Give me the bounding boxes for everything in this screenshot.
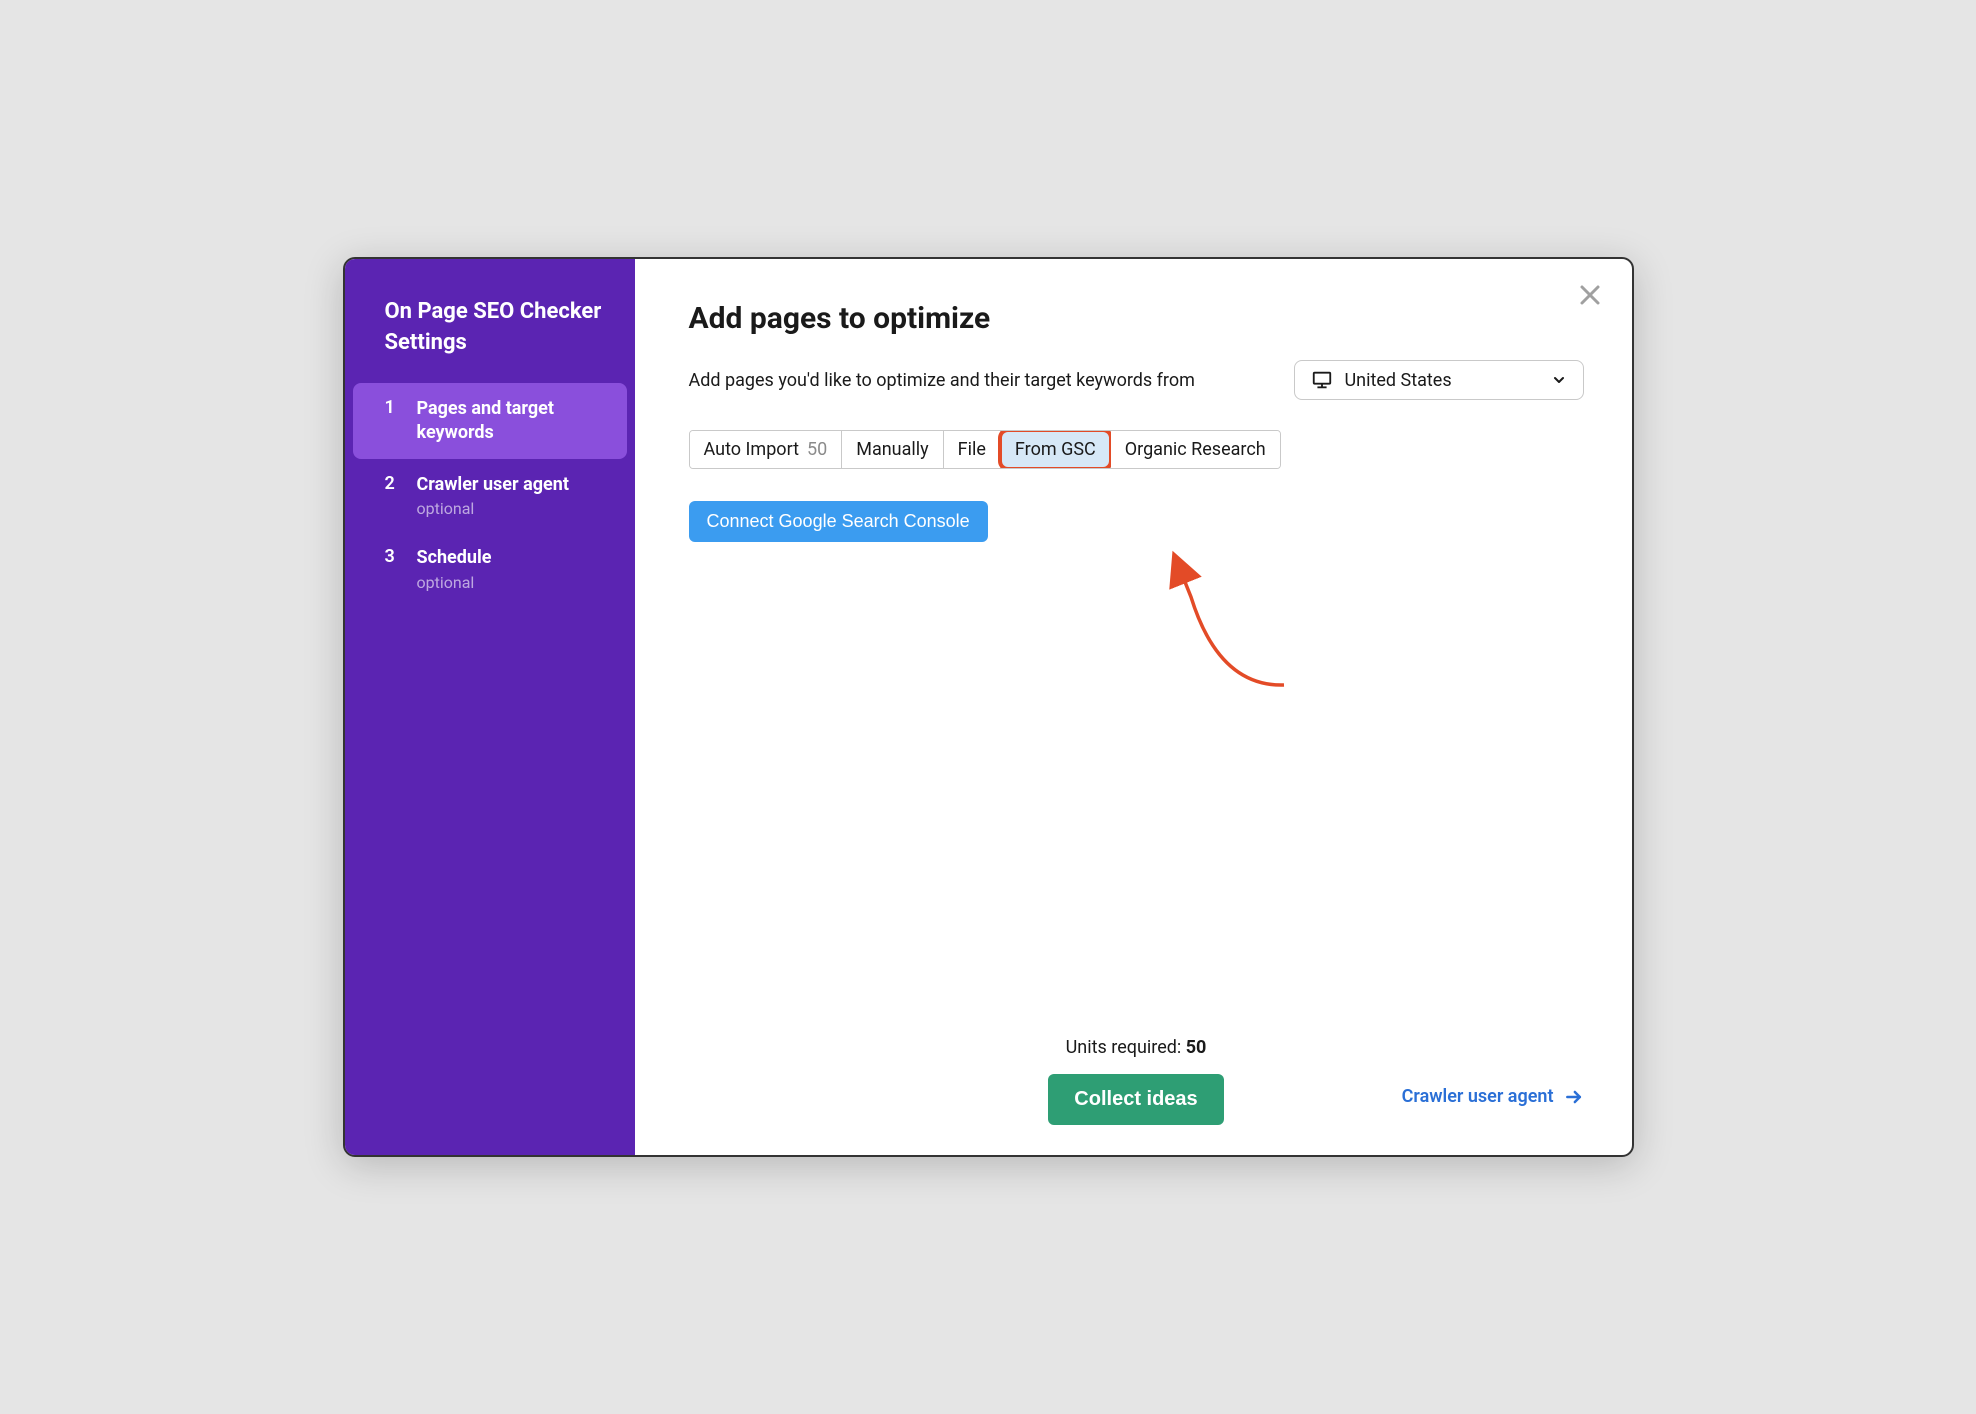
sidebar-step-schedule[interactable]: 3 Schedule optional	[353, 532, 627, 605]
country-select[interactable]: United States	[1294, 360, 1584, 400]
sidebar: On Page SEO Checker Settings 1 Pages and…	[345, 259, 635, 1155]
tab-label: Auto Import	[704, 439, 800, 460]
step-number: 3	[385, 546, 399, 567]
step-optional: optional	[417, 573, 492, 592]
tab-organic-research[interactable]: Organic Research	[1111, 431, 1280, 468]
crawler-user-agent-link[interactable]: Crawler user agent	[1402, 1086, 1584, 1107]
settings-modal: On Page SEO Checker Settings 1 Pages and…	[343, 257, 1634, 1157]
step-label: Schedule	[417, 546, 492, 570]
footer: Units required: 50 Collect ideas Crawler…	[689, 1017, 1584, 1125]
step-label: Pages and target keywords	[417, 397, 609, 446]
desktop-icon	[1311, 369, 1333, 391]
tab-manually[interactable]: Manually	[842, 431, 943, 468]
close-icon	[1578, 283, 1602, 307]
country-value: United States	[1345, 370, 1452, 391]
tab-count: 50	[807, 439, 827, 460]
close-button[interactable]	[1572, 277, 1608, 313]
step-optional: optional	[417, 499, 569, 518]
chevron-down-icon	[1551, 372, 1567, 388]
intro-text: Add pages you'd like to optimize and the…	[689, 370, 1195, 391]
connect-gsc-button[interactable]: Connect Google Search Console	[689, 501, 988, 542]
tab-file[interactable]: File	[944, 431, 1001, 468]
page-title: Add pages to optimize	[689, 301, 1584, 336]
tab-label: Manually	[856, 439, 928, 460]
step-label: Crawler user agent	[417, 473, 569, 497]
tab-label: File	[958, 439, 986, 460]
units-value: 50	[1186, 1037, 1207, 1058]
sidebar-title: On Page SEO Checker Settings	[345, 297, 635, 383]
sidebar-step-crawler[interactable]: 2 Crawler user agent optional	[353, 459, 627, 532]
collect-ideas-button[interactable]: Collect ideas	[1048, 1074, 1223, 1125]
tab-label: From GSC	[1015, 439, 1096, 460]
intro-row: Add pages you'd like to optimize and the…	[689, 360, 1584, 400]
annotation-arrow	[1119, 527, 1299, 707]
units-label: Units required:	[1066, 1037, 1186, 1058]
tab-from-gsc[interactable]: From GSC	[1001, 431, 1111, 468]
units-required: Units required: 50	[1066, 1037, 1207, 1058]
sidebar-step-pages[interactable]: 1 Pages and target keywords	[353, 383, 627, 460]
link-label: Crawler user agent	[1402, 1086, 1554, 1107]
tab-label: Organic Research	[1125, 439, 1266, 460]
step-number: 1	[385, 397, 399, 418]
step-number: 2	[385, 473, 399, 494]
import-tabs: Auto Import 50 Manually File From GSC Or…	[689, 430, 1281, 469]
tab-auto-import[interactable]: Auto Import 50	[690, 431, 843, 468]
main-content: Add pages to optimize Add pages you'd li…	[635, 259, 1632, 1155]
arrow-right-icon	[1564, 1087, 1584, 1107]
